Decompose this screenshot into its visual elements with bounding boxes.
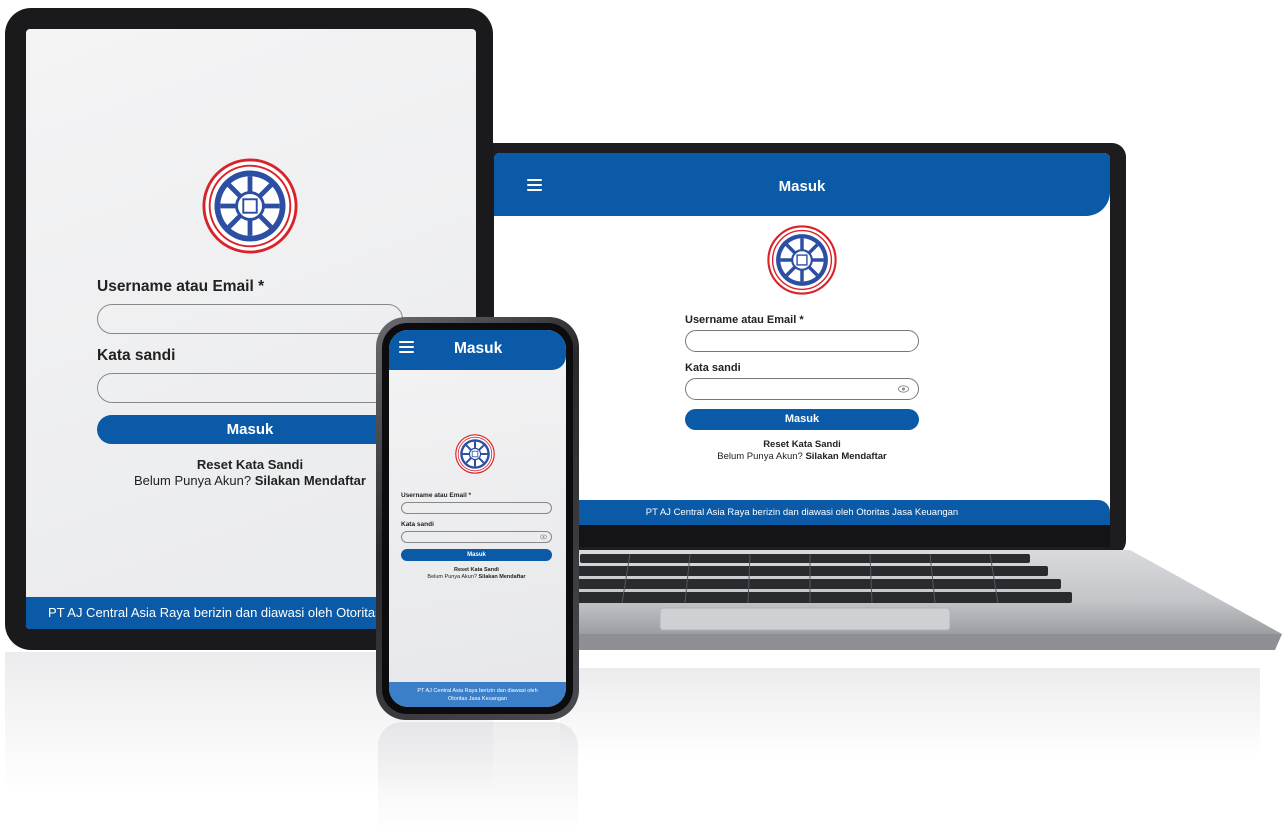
reset-password-link[interactable]: Reset Kata Sandi (197, 457, 303, 472)
eye-icon[interactable] (540, 534, 547, 540)
username-input[interactable] (401, 502, 552, 514)
password-label: Kata sandi (401, 521, 434, 528)
username-label: Username atau Email * (401, 492, 472, 499)
hamburger-menu-icon[interactable] (399, 341, 414, 353)
login-form: Username atau Email * Kata sandi Masuk R… (685, 313, 919, 463)
register-prompt: Belum Punya Akun? (427, 574, 477, 580)
page-title: Masuk (454, 340, 503, 357)
login-button[interactable]: Masuk (401, 549, 552, 561)
app-header: Masuk (494, 153, 1110, 216)
register-prompt: Belum Punya Akun? (134, 473, 252, 488)
eye-icon[interactable] (898, 384, 909, 394)
username-label: Username atau Email * (97, 278, 265, 295)
login-form: Username atau Email * Kata sandi Masuk R… (401, 491, 552, 581)
ojk-footer-line2: Otoritas Jasa Keuangan (447, 696, 507, 702)
register-link[interactable]: Silakan Mendaftar (255, 473, 366, 488)
laptop-reflection (560, 668, 1260, 758)
central-asia-raya-emblem-icon (767, 225, 837, 295)
password-label: Kata sandi (97, 347, 176, 364)
auth-links: Reset Kata Sandi Belum Punya Akun? Silak… (685, 439, 919, 463)
central-asia-raya-emblem-icon (455, 434, 495, 474)
register-prompt: Belum Punya Akun? (717, 451, 803, 462)
password-input[interactable] (97, 373, 403, 403)
username-input[interactable] (97, 304, 403, 334)
login-button[interactable]: Masuk (685, 409, 919, 430)
auth-links: Reset Kata Sandi Belum Punya Akun? Silak… (401, 567, 552, 581)
ojk-footer: PT AJ Central Asia Raya berizin dan diaw… (494, 500, 1110, 525)
phone-screen: Masuk Username atau Email * Kata sandi M… (389, 330, 566, 707)
auth-links: Reset Kata Sandi Belum Punya Akun? Silak… (97, 457, 403, 489)
username-label: Username atau Email * (685, 314, 804, 326)
register-link[interactable]: Silakan Mendaftar (805, 451, 886, 462)
laptop-hinge (494, 525, 1110, 547)
app-header: Masuk (389, 330, 566, 370)
ojk-footer-line1: PT AJ Central Asia Raya berizin dan diaw… (417, 688, 538, 694)
login-form: Username atau Email * Kata sandi Masuk R… (97, 277, 403, 489)
password-input[interactable] (685, 378, 919, 400)
reset-password-link[interactable]: Reset Kata Sandi (763, 439, 841, 450)
login-button[interactable]: Masuk (97, 415, 403, 444)
register-link[interactable]: Silakan Mendaftar (479, 574, 526, 580)
password-label: Kata sandi (685, 362, 741, 374)
laptop-screen: Masuk Username atau Email * Kata sandi M… (494, 153, 1110, 525)
reset-password-link[interactable]: Reset Kata Sandi (454, 567, 499, 573)
page-title: Masuk (778, 178, 826, 195)
device-mockup-stage: Masuk Username atau Email * Kata sandi M… (0, 0, 1282, 839)
password-input[interactable] (401, 531, 552, 543)
username-input[interactable] (685, 330, 919, 352)
phone-reflection (378, 722, 578, 832)
central-asia-raya-emblem-icon (202, 158, 298, 254)
ojk-footer: PT AJ Central Asia Raya berizin dan diaw… (389, 682, 566, 707)
